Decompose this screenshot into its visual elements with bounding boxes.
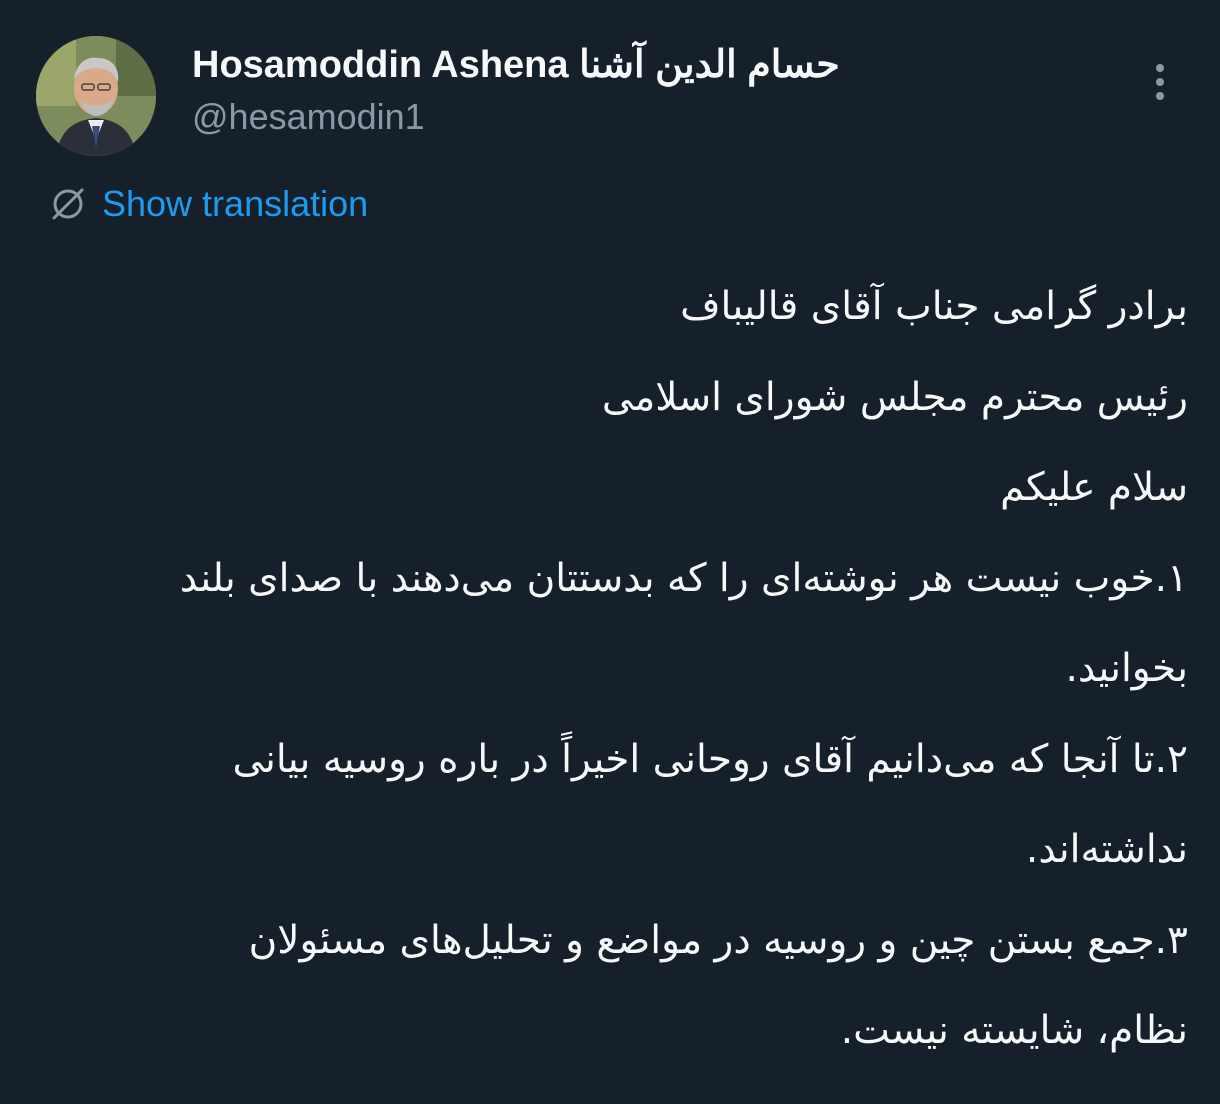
tweet-line: ۳.جمع بستن چین و روسیه در مواضع و تحلیل‌… [248,917,1188,963]
author-display-name[interactable]: Hosamoddin Ashena حسام الدين آشنا [192,42,840,87]
author-handle[interactable]: @hesamodin1 [192,96,425,138]
tweet-line: سلام علیکم [1000,465,1188,510]
author-avatar[interactable] [36,36,156,156]
show-translation-button[interactable]: Show translation [48,180,368,228]
tweet-line: ۲.تا آنجا که می‌دانیم آقای روحانی اخیراً… [232,736,1188,782]
tweet-line: بخوانید. [1065,646,1188,691]
show-translation-label: Show translation [102,183,369,224]
tweet-line: ۱.خوب نیست هر نوشته‌ای را که بدستتان می‌… [179,555,1188,601]
avatar-image [36,36,156,156]
tweet-line: رئیس محترم مجلس شورای اسلامی [601,374,1188,420]
tweet-line: نظام، شایسته نیست. [840,1008,1188,1053]
tweet-line: برادر گرامی جناب آقای قالیباف [680,284,1188,329]
tweet-line: نداشته‌اند. [1025,827,1188,872]
more-vertical-icon[interactable] [1142,56,1178,108]
tweet-text: برادر گرامی جناب آقای قالیباف رئیس محترم… [40,262,1188,1077]
globe-icon [52,188,84,220]
